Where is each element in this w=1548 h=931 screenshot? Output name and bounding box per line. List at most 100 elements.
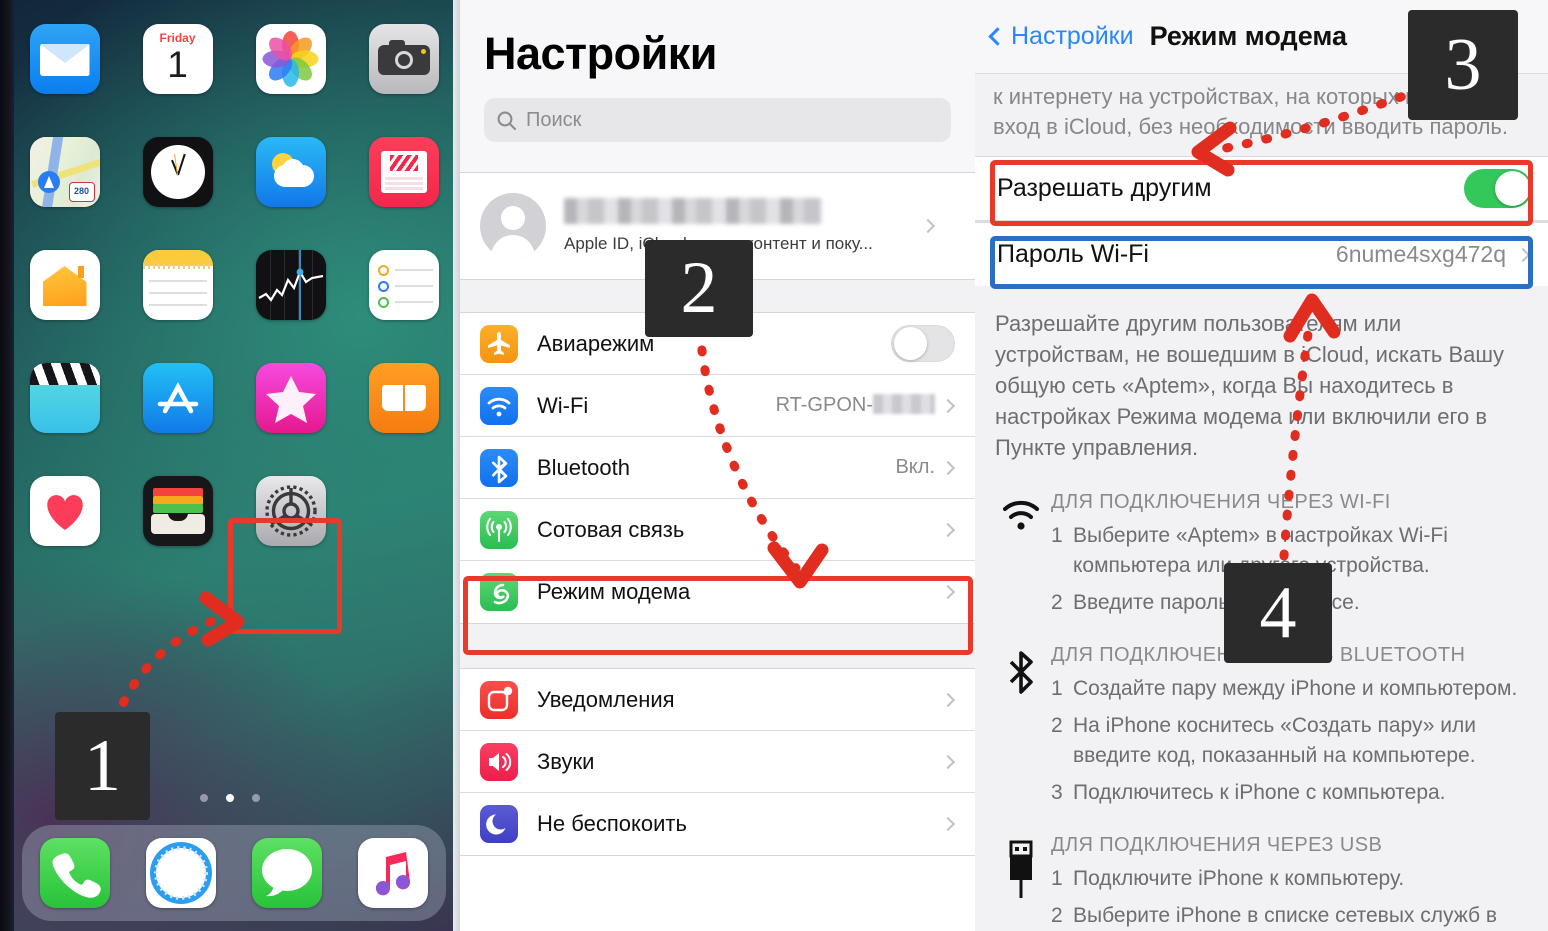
home-app-icon[interactable] [29,250,100,320]
messages-app-icon[interactable] [252,838,322,908]
calendar-app-icon[interactable]: Friday 1 [142,24,213,94]
chevron-right-icon [940,460,956,475]
iphone-home-screen-panel: Friday 1 280 [0,0,460,931]
page-title: Настройки [484,28,717,79]
music-app-icon[interactable] [358,838,428,908]
bluetooth-value: Вкл. [895,456,935,478]
allow-others-toggle[interactable] [1464,169,1532,208]
weather-app-icon[interactable] [255,137,326,207]
news-app-icon[interactable] [368,137,439,207]
health-app-icon[interactable] [29,476,100,546]
back-label: Настройки [1011,22,1134,50]
photos-app-icon[interactable] [255,24,326,94]
settings-row-sounds[interactable]: Звуки [460,731,975,793]
instruction-step: 2 Введите пароль при запросе. [1051,591,1360,614]
settings-row-wifi[interactable]: Wi-Fi RT-GPON- [460,375,975,437]
section-heading: ДЛЯ ПОДКЛЮЧЕНИЯ ЧЕРЕЗ BLUETOOTH [1051,644,1466,666]
settings-row-label: Авиарежим [537,330,655,356]
settings-row-bluetooth[interactable]: Bluetooth Вкл. [460,437,975,499]
search-placeholder: Поиск [526,108,582,131]
wifi-icon [991,491,1051,618]
back-button[interactable]: Настройки [988,22,1134,51]
phone-app-icon[interactable] [40,838,110,908]
wifi-value: RT-GPON- [776,394,935,417]
settings-app-icon[interactable] [255,476,326,546]
books-app-icon[interactable] [368,363,439,433]
settings-list-panel: Настройки Поиск Apple ID, iCloud, медиак… [460,0,975,931]
chevron-right-icon [940,398,956,413]
instructions-bluetooth: ДЛЯ ПОДКЛЮЧЕНИЯ ЧЕРЕЗ BLUETOOTH 1 Создайт… [975,640,1548,830]
reminders-app-icon[interactable] [368,250,439,320]
settings-row-hotspot[interactable]: Режим модема [460,561,975,623]
wifi-password-card: Пароль Wi-Fi 6nume4sxg472q [975,222,1548,286]
intro-text: к интернету на устройствах, на которых в… [975,74,1548,156]
settings-row-label: Сотовая связь [537,516,685,542]
sounds-icon [480,742,518,781]
page-dot[interactable] [199,794,208,802]
page-dot[interactable] [252,794,261,802]
settings-row-airplane[interactable]: Авиарежим [460,313,975,375]
app-store-icon[interactable] [142,363,213,433]
hotspot-description: Разрешайте другим пользователям или устр… [995,311,1505,460]
chevron-left-icon [988,27,1007,46]
search-icon [497,111,517,130]
chevron-right-icon [1515,247,1531,262]
clock-app-icon[interactable] [142,137,213,207]
hotspot-icon [480,573,518,611]
settings-row-label: Bluetooth [537,454,630,480]
calendar-day: 1 [167,44,188,85]
instruction-step: 3 Подключитесь к iPhone с компьютера. [1051,781,1446,804]
settings-row-label: Уведомления [537,686,675,712]
settings-group-alerts: Уведомления Звуки Не беспокоить [460,668,975,856]
page-dot-active[interactable] [226,794,234,802]
wallet-app-icon[interactable] [142,476,213,546]
chevron-right-icon [940,692,956,707]
dock [22,825,446,921]
chevron-right-icon [920,218,936,234]
settings-row-label: Режим модема [537,579,691,604]
page-title: Режим модема [1149,21,1347,51]
maps-app-icon[interactable]: 280 [29,137,100,207]
camera-app-icon[interactable] [368,24,439,94]
instruction-step: 1 Создайте пару между iPhone и компьютеро… [1051,677,1518,700]
wifi-password-label: Пароль Wi-Fi [997,240,1149,268]
mail-app-icon[interactable] [29,24,100,94]
instructions-usb: ДЛЯ ПОДКЛЮЧЕНИЯ ЧЕРЕЗ USB 1 Подключите iP… [975,830,1548,931]
bluetooth-icon [991,644,1051,808]
section-heading: ДЛЯ ПОДКЛЮЧЕНИЯ ЧЕРЕЗ WI-FI [1051,491,1391,513]
wifi-icon [480,386,518,425]
maps-route-shield: 280 [68,182,95,202]
hotspot-settings-panel: Настройки Режим модема к интернету на ус… [975,0,1548,931]
allow-others-card: Разрешать другим [975,156,1548,220]
instruction-step: 2 Выберите iPhone в списке сетевых служб … [1051,904,1498,927]
wifi-password-row[interactable]: Пароль Wi-Fi 6nume4sxg472q [975,223,1548,286]
settings-row-label: Звуки [537,748,595,774]
instruction-step: 2 На iPhone коснитесь «Создать пару» или … [1051,714,1476,767]
do-not-disturb-icon [480,805,518,843]
airplane-toggle[interactable] [891,325,955,362]
notes-app-icon[interactable] [142,250,213,320]
settings-row-cellular[interactable]: Сотовая связь [460,499,975,561]
settings-gap [460,624,975,668]
settings-gap [460,280,975,312]
app-grid: Friday 1 280 [8,24,460,546]
settings-row-label: Wi-Fi [537,392,589,418]
stocks-app-icon[interactable] [255,250,326,320]
settings-row-label: Не беспокоить [537,811,687,836]
chevron-right-icon [940,754,956,769]
settings-row-dnd[interactable]: Не беспокоить [460,793,975,855]
instructions-wifi: ДЛЯ ПОДКЛЮЧЕНИЯ ЧЕРЕЗ WI-FI 1 Выберите «A… [975,487,1548,640]
cellular-icon [480,510,518,549]
tv-app-icon[interactable] [29,363,100,433]
itunes-store-icon[interactable] [255,363,326,433]
search-input[interactable]: Поиск [484,98,951,142]
account-group: Apple ID, iCloud, медиаконтент и поку... [460,172,975,280]
settings-row-notifications[interactable]: Уведомления [460,669,975,731]
bluetooth-icon [480,448,518,487]
settings-group-connectivity: Авиарежим Wi-Fi RT-GPON- Bluetooth Вкл. … [460,312,975,624]
section-heading: ДЛЯ ПОДКЛЮЧЕНИЯ ЧЕРЕЗ USB [1051,834,1383,856]
safari-app-icon[interactable] [146,838,216,908]
chevron-right-icon [940,816,956,832]
apple-id-row[interactable]: Apple ID, iCloud, медиаконтент и поку... [460,173,975,279]
allow-others-row[interactable]: Разрешать другим [975,157,1548,220]
